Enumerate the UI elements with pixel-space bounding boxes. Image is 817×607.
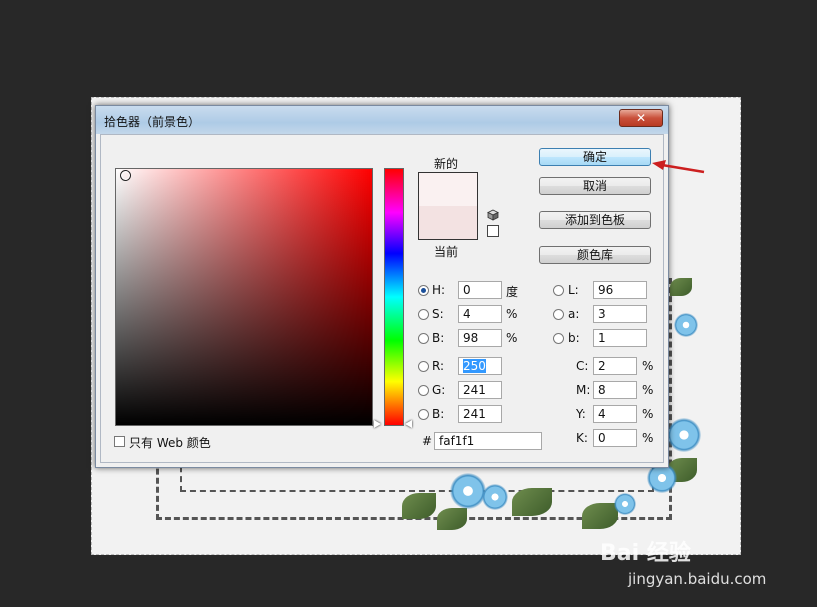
lightness-label: L:	[568, 283, 579, 297]
hex-label: #	[422, 434, 433, 448]
black-label: K:	[576, 431, 588, 445]
lightness-radio[interactable]	[553, 285, 564, 296]
green-label: G:	[432, 383, 446, 397]
hue-field[interactable]: 0	[458, 281, 502, 299]
current-color-label: 当前	[434, 245, 459, 259]
lab-a-radio[interactable]	[553, 309, 564, 320]
magenta-field[interactable]: 8	[593, 381, 637, 399]
leaf-decoration	[402, 493, 436, 519]
saturation-unit: %	[506, 307, 518, 321]
lab-b-radio[interactable]	[553, 333, 564, 344]
green-radio[interactable]	[418, 385, 429, 396]
leaf-decoration	[582, 503, 618, 529]
web-colors-only-label: 只有 Web 颜色	[129, 436, 211, 450]
flower-decoration	[667, 418, 701, 452]
ok-button[interactable]: 确定	[539, 148, 651, 166]
leaf-decoration	[512, 488, 552, 516]
brightness-field[interactable]: 98	[458, 329, 502, 347]
blue-radio[interactable]	[418, 409, 429, 420]
title-bar[interactable]: 拾色器（前景色） ✕	[96, 106, 668, 134]
green-field[interactable]: 241	[458, 381, 502, 399]
lab-b-field[interactable]: 1	[593, 329, 647, 347]
hex-field[interactable]: faf1f1	[434, 432, 542, 450]
brightness-unit: %	[506, 331, 518, 345]
magenta-label: M:	[576, 383, 591, 397]
close-icon[interactable]: ✕	[619, 109, 663, 127]
yellow-unit: %	[642, 407, 654, 421]
leaf-decoration	[437, 508, 467, 530]
web-colors-only-checkbox[interactable]	[114, 436, 125, 447]
black-unit: %	[642, 431, 654, 445]
flower-decoration	[674, 313, 698, 337]
flower-decoration	[482, 484, 508, 510]
hue-slider-handle-left[interactable]	[374, 420, 381, 428]
cancel-button[interactable]: 取消	[539, 177, 651, 195]
red-label: R:	[432, 359, 445, 373]
red-radio[interactable]	[418, 361, 429, 372]
hue-radio[interactable]	[418, 285, 429, 296]
new-color-label: 新的	[434, 157, 459, 171]
dialog-title: 拾色器（前景色）	[104, 115, 201, 129]
red-value: 250	[463, 359, 486, 373]
cyan-label: C:	[576, 359, 589, 373]
brightness-label: B:	[432, 331, 445, 345]
color-preview	[418, 172, 478, 240]
color-field-cursor[interactable]	[120, 170, 131, 181]
hue-slider[interactable]	[384, 168, 404, 426]
hue-slider-handle-right[interactable]	[405, 420, 412, 428]
hue-unit: 度	[506, 285, 519, 299]
lab-b-label: b:	[568, 331, 580, 345]
arrow-pointer-icon	[652, 160, 705, 174]
color-field[interactable]	[115, 168, 373, 426]
lab-a-label: a:	[568, 307, 580, 321]
add-to-swatches-button[interactable]: 添加到色板	[539, 211, 651, 229]
blue-field[interactable]: 241	[458, 405, 502, 423]
cyan-unit: %	[642, 359, 654, 373]
new-color-swatch	[419, 173, 477, 206]
lab-a-field[interactable]: 3	[593, 305, 647, 323]
blue-label: B:	[432, 407, 445, 421]
yellow-field[interactable]: 4	[593, 405, 637, 423]
hue-label: H:	[432, 283, 446, 297]
watermark-url: jingyan.baidu.com	[628, 570, 767, 588]
black-field[interactable]: 0	[593, 429, 637, 447]
leaf-decoration	[670, 278, 692, 296]
web-safe-swatch[interactable]	[487, 225, 499, 237]
magenta-unit: %	[642, 383, 654, 397]
lightness-field[interactable]: 96	[593, 281, 647, 299]
saturation-radio[interactable]	[418, 309, 429, 320]
flower-decoration	[450, 473, 486, 509]
yellow-label: Y:	[576, 407, 586, 421]
cyan-field[interactable]: 2	[593, 357, 637, 375]
brightness-radio[interactable]	[418, 333, 429, 344]
saturation-label: S:	[432, 307, 444, 321]
saturation-field[interactable]: 4	[458, 305, 502, 323]
current-color-swatch[interactable]	[419, 206, 477, 239]
color-libraries-button[interactable]: 颜色库	[539, 246, 651, 264]
watermark-logo: Bai 经验	[600, 541, 691, 566]
flower-decoration	[614, 493, 636, 515]
red-field[interactable]: 250	[458, 357, 502, 375]
cube-icon[interactable]	[487, 209, 499, 221]
